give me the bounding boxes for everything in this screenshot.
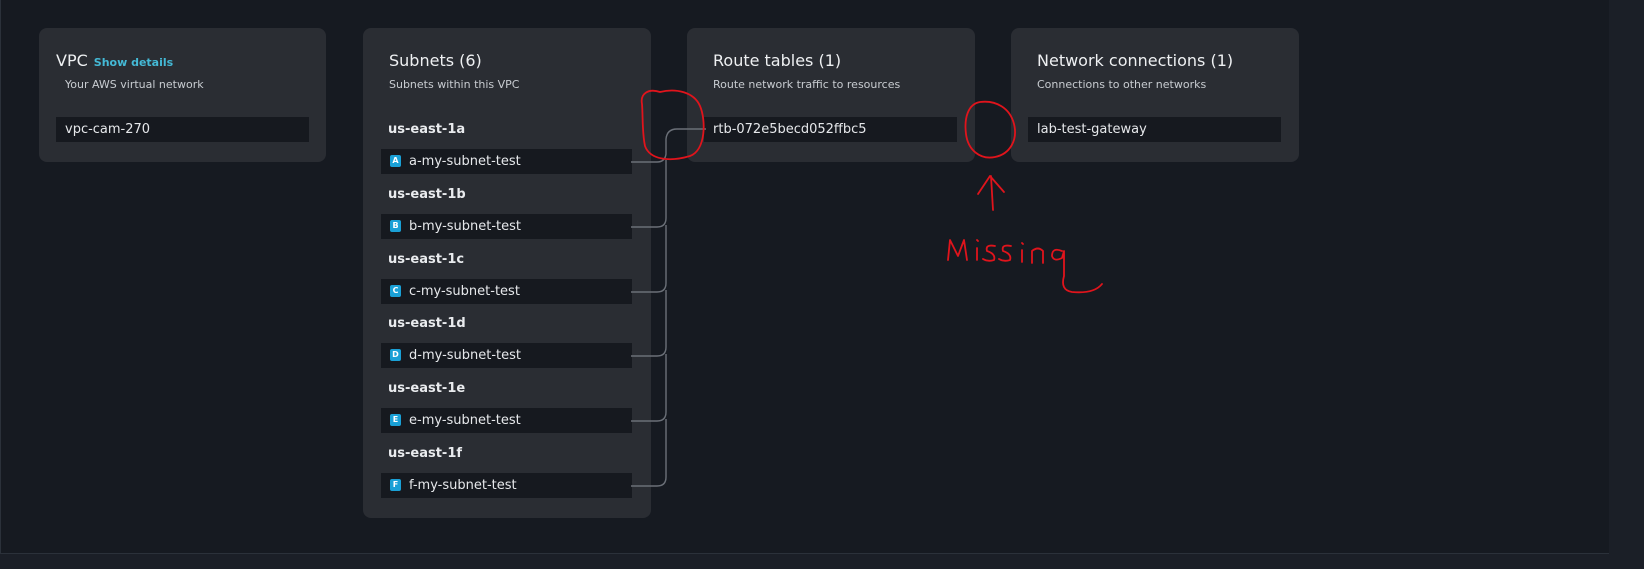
route-table-item[interactable]: rtb-072e5becd052ffbc5	[704, 117, 957, 142]
subnet-name: a-my-subnet-test	[409, 154, 521, 169]
vpc-resource-map: VPC Show details Your AWS virtual network…	[0, 0, 1610, 554]
subnet-item[interactable]: Aa-my-subnet-test	[381, 149, 632, 174]
subnet-icon: A	[390, 154, 401, 167]
vpc-card-title: VPC Show details	[56, 51, 173, 70]
subnet-name: e-my-subnet-test	[409, 413, 521, 428]
subnets-card: Subnets (6) Subnets within this VPC us-e…	[363, 28, 651, 518]
subnet-name: c-my-subnet-test	[409, 284, 520, 299]
route-tables-card: Route tables (1) Route network traffic t…	[687, 28, 975, 162]
subnets-title: Subnets (6)	[389, 51, 482, 70]
subnet-item[interactable]: Ff-my-subnet-test	[381, 473, 632, 498]
subnet-name: b-my-subnet-test	[409, 219, 522, 234]
page-gutter	[1609, 0, 1644, 569]
az-label: us-east-1d	[388, 316, 466, 331]
subnet-name: d-my-subnet-test	[409, 348, 522, 363]
subnets-subtitle: Subnets within this VPC	[389, 78, 520, 91]
subnet-icon: B	[390, 219, 401, 232]
route-tables-title: Route tables (1)	[713, 51, 842, 70]
az-label: us-east-1a	[388, 122, 466, 137]
route-tables-subtitle: Route network traffic to resources	[713, 78, 901, 91]
network-connections-subtitle: Connections to other networks	[1037, 78, 1207, 91]
az-label: us-east-1c	[388, 252, 465, 267]
subnet-icon: F	[390, 478, 401, 491]
vpc-subtitle: Your AWS virtual network	[65, 78, 204, 91]
subnet-icon: D	[390, 348, 401, 361]
subnet-item[interactable]: Ee-my-subnet-test	[381, 408, 632, 433]
network-connection-item[interactable]: lab-test-gateway	[1028, 117, 1281, 142]
network-connections-title: Network connections (1)	[1037, 51, 1234, 70]
az-label: us-east-1e	[388, 381, 466, 396]
az-label: us-east-1b	[388, 187, 466, 202]
subnet-item[interactable]: Dd-my-subnet-test	[381, 343, 632, 368]
subnet-item[interactable]: Bb-my-subnet-test	[381, 214, 632, 239]
subnet-name: f-my-subnet-test	[409, 478, 517, 493]
vpc-card: VPC Show details Your AWS virtual network…	[39, 28, 326, 162]
vpc-title: VPC	[56, 51, 88, 70]
subnet-item[interactable]: Cc-my-subnet-test	[381, 279, 632, 304]
show-details-link[interactable]: Show details	[94, 56, 173, 69]
az-label: us-east-1f	[388, 446, 463, 461]
network-connections-card: Network connections (1) Connections to o…	[1011, 28, 1299, 162]
subnet-icon: C	[390, 284, 401, 297]
vpc-item[interactable]: vpc-cam-270	[56, 117, 309, 142]
subnet-icon: E	[390, 413, 401, 426]
